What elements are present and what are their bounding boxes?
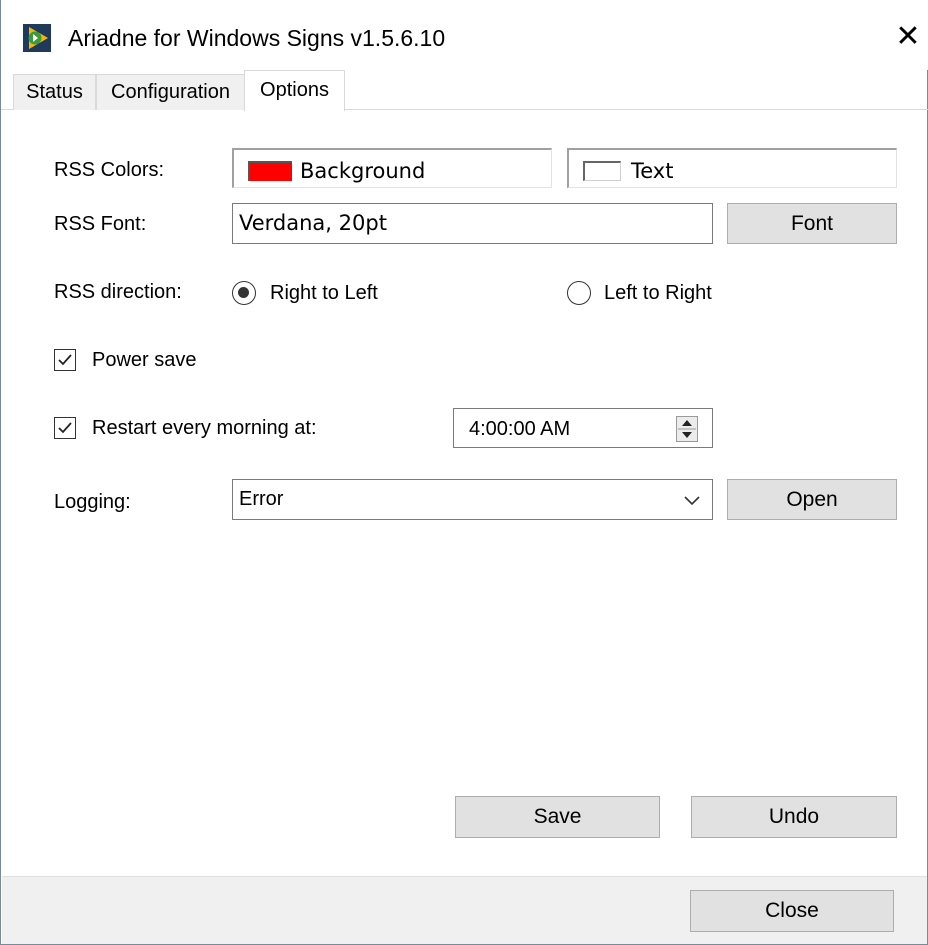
restart-time-picker[interactable]: 4:00:00 AM (453, 408, 713, 448)
open-log-button[interactable]: Open (727, 479, 897, 520)
tab-status[interactable]: Status (13, 74, 96, 110)
chevron-down-icon (684, 496, 700, 506)
rss-font-field[interactable]: Verdana, 20pt (232, 203, 713, 244)
right-to-left-radio[interactable] (232, 281, 256, 305)
rss-font-value: Verdana, 20pt (239, 211, 387, 235)
power-save-checkbox[interactable] (54, 349, 76, 371)
ariadne-app-icon (23, 24, 51, 52)
options-panel: RSS Colors: Background Text RSS Font: Ve… (11, 110, 926, 875)
tab-strip: Status Configuration Options (1, 70, 928, 111)
spinner-arrows-icon (678, 420, 696, 438)
background-color-swatch (248, 161, 292, 181)
background-color-button[interactable]: Background (232, 148, 552, 188)
rss-font-label: RSS Font: (54, 213, 147, 235)
window-title: Ariadne for Windows Signs v1.5.6.10 (68, 25, 446, 51)
radio-selected-dot (238, 287, 249, 298)
tab-configuration[interactable]: Configuration (96, 74, 245, 110)
checkmark-icon (58, 354, 72, 366)
save-button[interactable]: Save (455, 796, 660, 838)
restart-label[interactable]: Restart every morning at: (92, 416, 317, 440)
rss-colors-label: RSS Colors: (54, 159, 165, 181)
logging-dropdown[interactable]: Error (232, 479, 713, 520)
restart-checkbox[interactable] (54, 417, 76, 439)
power-save-label[interactable]: Power save (92, 348, 197, 372)
left-to-right-radio[interactable] (567, 281, 591, 305)
right-to-left-label[interactable]: Right to Left (270, 281, 378, 305)
left-to-right-label[interactable]: Left to Right (604, 281, 712, 305)
text-color-label: Text (631, 159, 674, 183)
restart-time-value: 4:00:00 AM (469, 418, 571, 440)
time-spinner[interactable] (676, 416, 698, 442)
close-button[interactable]: Close (690, 890, 894, 932)
text-color-swatch (583, 161, 621, 181)
logging-value: Error (239, 488, 284, 510)
close-icon[interactable]: ✕ (891, 18, 925, 56)
undo-button[interactable]: Undo (691, 796, 897, 838)
tab-options[interactable]: Options (244, 70, 345, 111)
app-window: Ariadne for Windows Signs v1.5.6.10 ✕ St… (0, 0, 928, 945)
checkmark-icon (58, 422, 72, 434)
footer-bar: Close (2, 876, 927, 944)
title-bar[interactable]: Ariadne for Windows Signs v1.5.6.10 ✕ (1, 0, 928, 70)
text-color-button[interactable]: Text (567, 148, 897, 188)
background-color-label: Background (300, 159, 426, 183)
rss-direction-label: RSS direction: (54, 281, 182, 303)
font-button[interactable]: Font (727, 203, 897, 244)
logging-label: Logging: (54, 491, 131, 513)
